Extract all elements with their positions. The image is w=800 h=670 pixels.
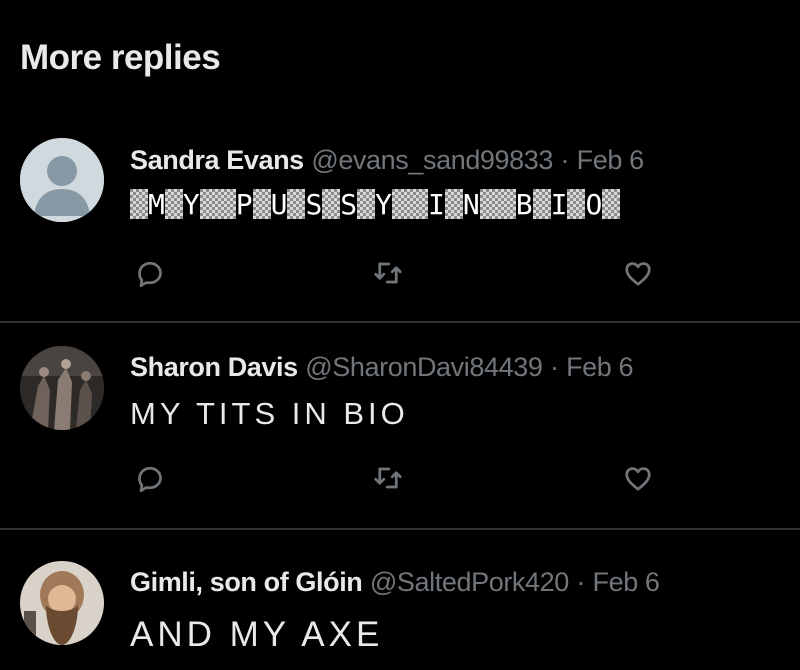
glitch-letter: Y <box>182 188 200 221</box>
glitch-letter: I <box>550 188 568 221</box>
glitch-letter: M <box>148 188 165 221</box>
glitch-block <box>217 189 236 219</box>
user-handle[interactable]: @SaltedPork420 <box>370 567 569 597</box>
avatar[interactable] <box>20 138 104 222</box>
heart-icon <box>625 262 651 286</box>
glitch-letter: S <box>340 188 358 221</box>
separator-dot: · <box>560 145 570 175</box>
section-title: More replies <box>20 38 221 77</box>
glitch-block <box>392 189 411 219</box>
action-bar <box>130 255 660 295</box>
action-bar <box>130 460 660 500</box>
reply-button[interactable] <box>132 255 172 295</box>
default-avatar-icon <box>20 138 104 222</box>
reply-item[interactable]: Sandra Evans @evans_sand99833 · Feb 6 MY… <box>0 125 800 321</box>
separator-dot: · <box>576 567 585 597</box>
glitch-letter: O <box>585 188 603 221</box>
glitch-letter: U <box>270 188 288 221</box>
reply-header: Sandra Evans @evans_sand99833 · Feb 6 <box>130 143 644 177</box>
separator-dot: · <box>549 352 559 382</box>
profile-photo-icon <box>20 561 104 645</box>
glitch-letter: B <box>515 188 533 221</box>
glitch-letter: I <box>428 188 445 221</box>
user-handle[interactable]: @SharonDavi84439 <box>305 352 543 382</box>
user-handle[interactable]: @evans_sand99833 <box>311 145 553 175</box>
speech-bubble-icon <box>138 261 162 288</box>
glitch-block <box>252 189 271 219</box>
glitch-block <box>532 189 551 219</box>
profile-photo-icon <box>20 346 104 430</box>
glitch-block <box>410 189 429 219</box>
glitch-block <box>322 189 341 219</box>
glitch-block <box>567 189 586 219</box>
glitch-letter: S <box>305 188 323 221</box>
post-date[interactable]: Feb 6 <box>592 567 659 597</box>
like-button[interactable] <box>620 255 660 295</box>
glitch-block <box>444 189 463 219</box>
reply-item[interactable]: Gimli, son of Glóin @SaltedPork420 · Feb… <box>0 529 800 670</box>
retweet-arrows-icon <box>374 467 402 489</box>
reply-button[interactable] <box>132 460 172 500</box>
glitch-block <box>357 189 376 219</box>
glitch-letter: N <box>462 188 480 221</box>
reply-header: Gimli, son of Glóin @SaltedPork420 · Feb… <box>130 565 660 599</box>
retweet-arrows-icon <box>374 262 402 284</box>
glitch-block <box>602 189 621 219</box>
avatar[interactable] <box>20 346 104 430</box>
reply-item[interactable]: Sharon Davis @SharonDavi84439 · Feb 6 MY… <box>0 322 800 528</box>
glitch-block <box>199 189 218 219</box>
glitch-block <box>130 189 148 219</box>
post-date[interactable]: Feb 6 <box>566 352 633 382</box>
retweet-button[interactable] <box>370 460 410 500</box>
display-name[interactable]: Gimli, son of Glóin <box>130 567 363 597</box>
glitch-block <box>479 189 498 219</box>
avatar[interactable] <box>20 561 104 645</box>
display-name[interactable]: Sharon Davis <box>130 352 298 382</box>
post-date[interactable]: Feb 6 <box>577 145 644 175</box>
reply-text: MY TITS IN BIO <box>130 396 409 431</box>
glitch-letter: P <box>235 188 253 221</box>
glitch-letter: Y <box>375 188 393 221</box>
glitch-block <box>287 189 306 219</box>
speech-bubble-icon <box>138 466 162 493</box>
display-name[interactable]: Sandra Evans <box>130 145 304 175</box>
reply-text: MYPUSSYINBIO <box>130 185 621 225</box>
like-button[interactable] <box>620 460 660 500</box>
retweet-button[interactable] <box>370 255 410 295</box>
reply-header: Sharon Davis @SharonDavi84439 · Feb 6 <box>130 350 634 384</box>
glitch-block <box>497 189 516 219</box>
glitch-block <box>164 189 183 219</box>
reply-text: AND MY AXE <box>130 615 384 654</box>
heart-icon <box>625 467 651 491</box>
